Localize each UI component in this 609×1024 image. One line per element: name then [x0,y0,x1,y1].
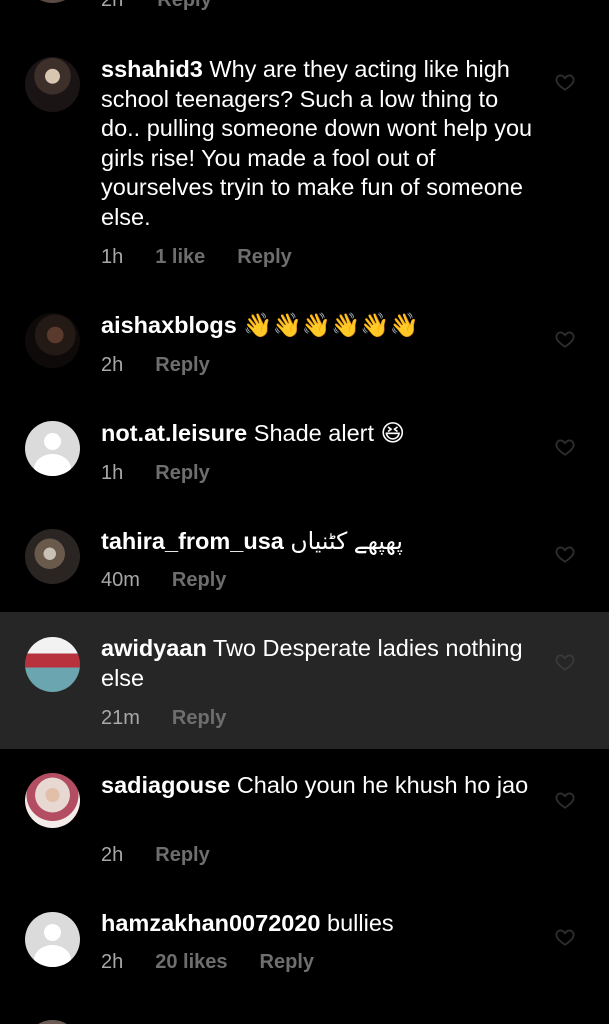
comment-meta: 2h Reply [101,843,210,867]
comment-username[interactable]: sshahid3 [101,56,203,82]
heart-icon[interactable] [555,438,575,456]
comment-body: bullies [327,910,394,936]
avatar[interactable] [25,637,80,692]
heart-icon[interactable] [555,928,575,946]
comment-time: 2h [101,354,124,376]
likes-count[interactable]: 1 like [155,245,205,269]
reply-button[interactable]: Reply [155,843,209,867]
likes-count[interactable]: 20 likes [155,950,227,974]
user-silhouette-icon[interactable] [25,421,80,476]
avatar[interactable] [25,313,80,368]
comment-username[interactable]: hamzakhan0072020 [101,910,320,936]
comment-item: not.at.leisure Shade alert 😆 1h Reply [0,398,609,506]
comment-meta: 1h 1 like Reply [101,245,292,269]
comment-body: Shade alert 😆 [253,420,406,446]
reply-button[interactable]: Reply [237,245,291,269]
comment-username[interactable]: awidyaan [101,635,207,661]
comment-time: 40m [101,569,140,591]
user-silhouette-icon[interactable] [25,912,80,967]
heart-icon[interactable] [555,330,575,348]
comment-time: 1h [101,462,124,484]
comment-body: پھپھے کٹنیاں [290,528,403,554]
comment-time: 2h [101,951,124,973]
reply-button[interactable]: Reply [172,568,226,592]
comment-time: 2h [101,844,124,866]
comment-meta: 2h Reply [101,353,210,377]
avatar[interactable] [25,1020,80,1024]
avatar[interactable] [25,773,80,828]
comment-item: sshahid3 Why are they acting like high s… [0,0,609,290]
comment-time: 21m [101,707,140,729]
heart-icon[interactable] [555,653,575,671]
comment-item: aishaxblogs 👋👋👋👋👋👋 2h Reply [0,290,609,398]
avatar[interactable] [25,57,80,112]
comment-meta: 21m Reply [101,706,226,730]
comment-text: tahira_from_usa پھپھے کٹنیاں [101,527,541,557]
comment-body: 👋👋👋👋👋👋 [243,311,419,339]
comment-item: sadiagouse Chalo youn he khush ho jao 2h… [0,749,609,889]
comment-text: sadiagouse Chalo youn he khush ho jao [101,771,541,801]
comment-item: hamzakhan0072020 bullies 2h 20 likes Reply [0,889,609,999]
comment-meta: 1h Reply [101,461,210,485]
comment-text: not.at.leisure Shade alert 😆 [101,419,541,449]
partial-comment-bottom [0,1012,609,1024]
comment-text: hamzakhan0072020 bullies [101,909,541,939]
comment-username[interactable]: tahira_from_usa [101,528,284,554]
comment-username[interactable]: sadiagouse [101,772,230,798]
heart-icon[interactable] [555,791,575,809]
comment-time: 1h [101,246,124,268]
reply-button[interactable]: Reply [172,706,226,730]
comment-username[interactable]: not.at.leisure [101,420,247,446]
heart-icon[interactable] [555,545,575,563]
comment-body: Why are they acting like high school tee… [101,56,533,230]
comment-body: Chalo youn he khush ho jao [236,772,529,798]
comment-meta: 40m Reply [101,568,226,592]
reply-button[interactable]: Reply [155,353,209,377]
reply-button[interactable]: Reply [260,950,314,974]
comment-text: sshahid3 Why are they acting like high s… [101,55,541,232]
comment-text: aishaxblogs 👋👋👋👋👋👋 [101,311,541,341]
heart-icon[interactable] [555,73,575,91]
comment-text: awidyaan Two Desperate ladies nothing el… [101,634,541,693]
comment-meta: 2h 20 likes Reply [101,950,314,974]
reply-button[interactable]: Reply [155,461,209,485]
comment-item-highlighted: awidyaan Two Desperate ladies nothing el… [0,612,609,749]
comment-item: tahira_from_usa پھپھے کٹنیاں 40m Reply [0,506,609,612]
avatar[interactable] [25,529,80,584]
comment-username[interactable]: aishaxblogs [101,312,237,338]
